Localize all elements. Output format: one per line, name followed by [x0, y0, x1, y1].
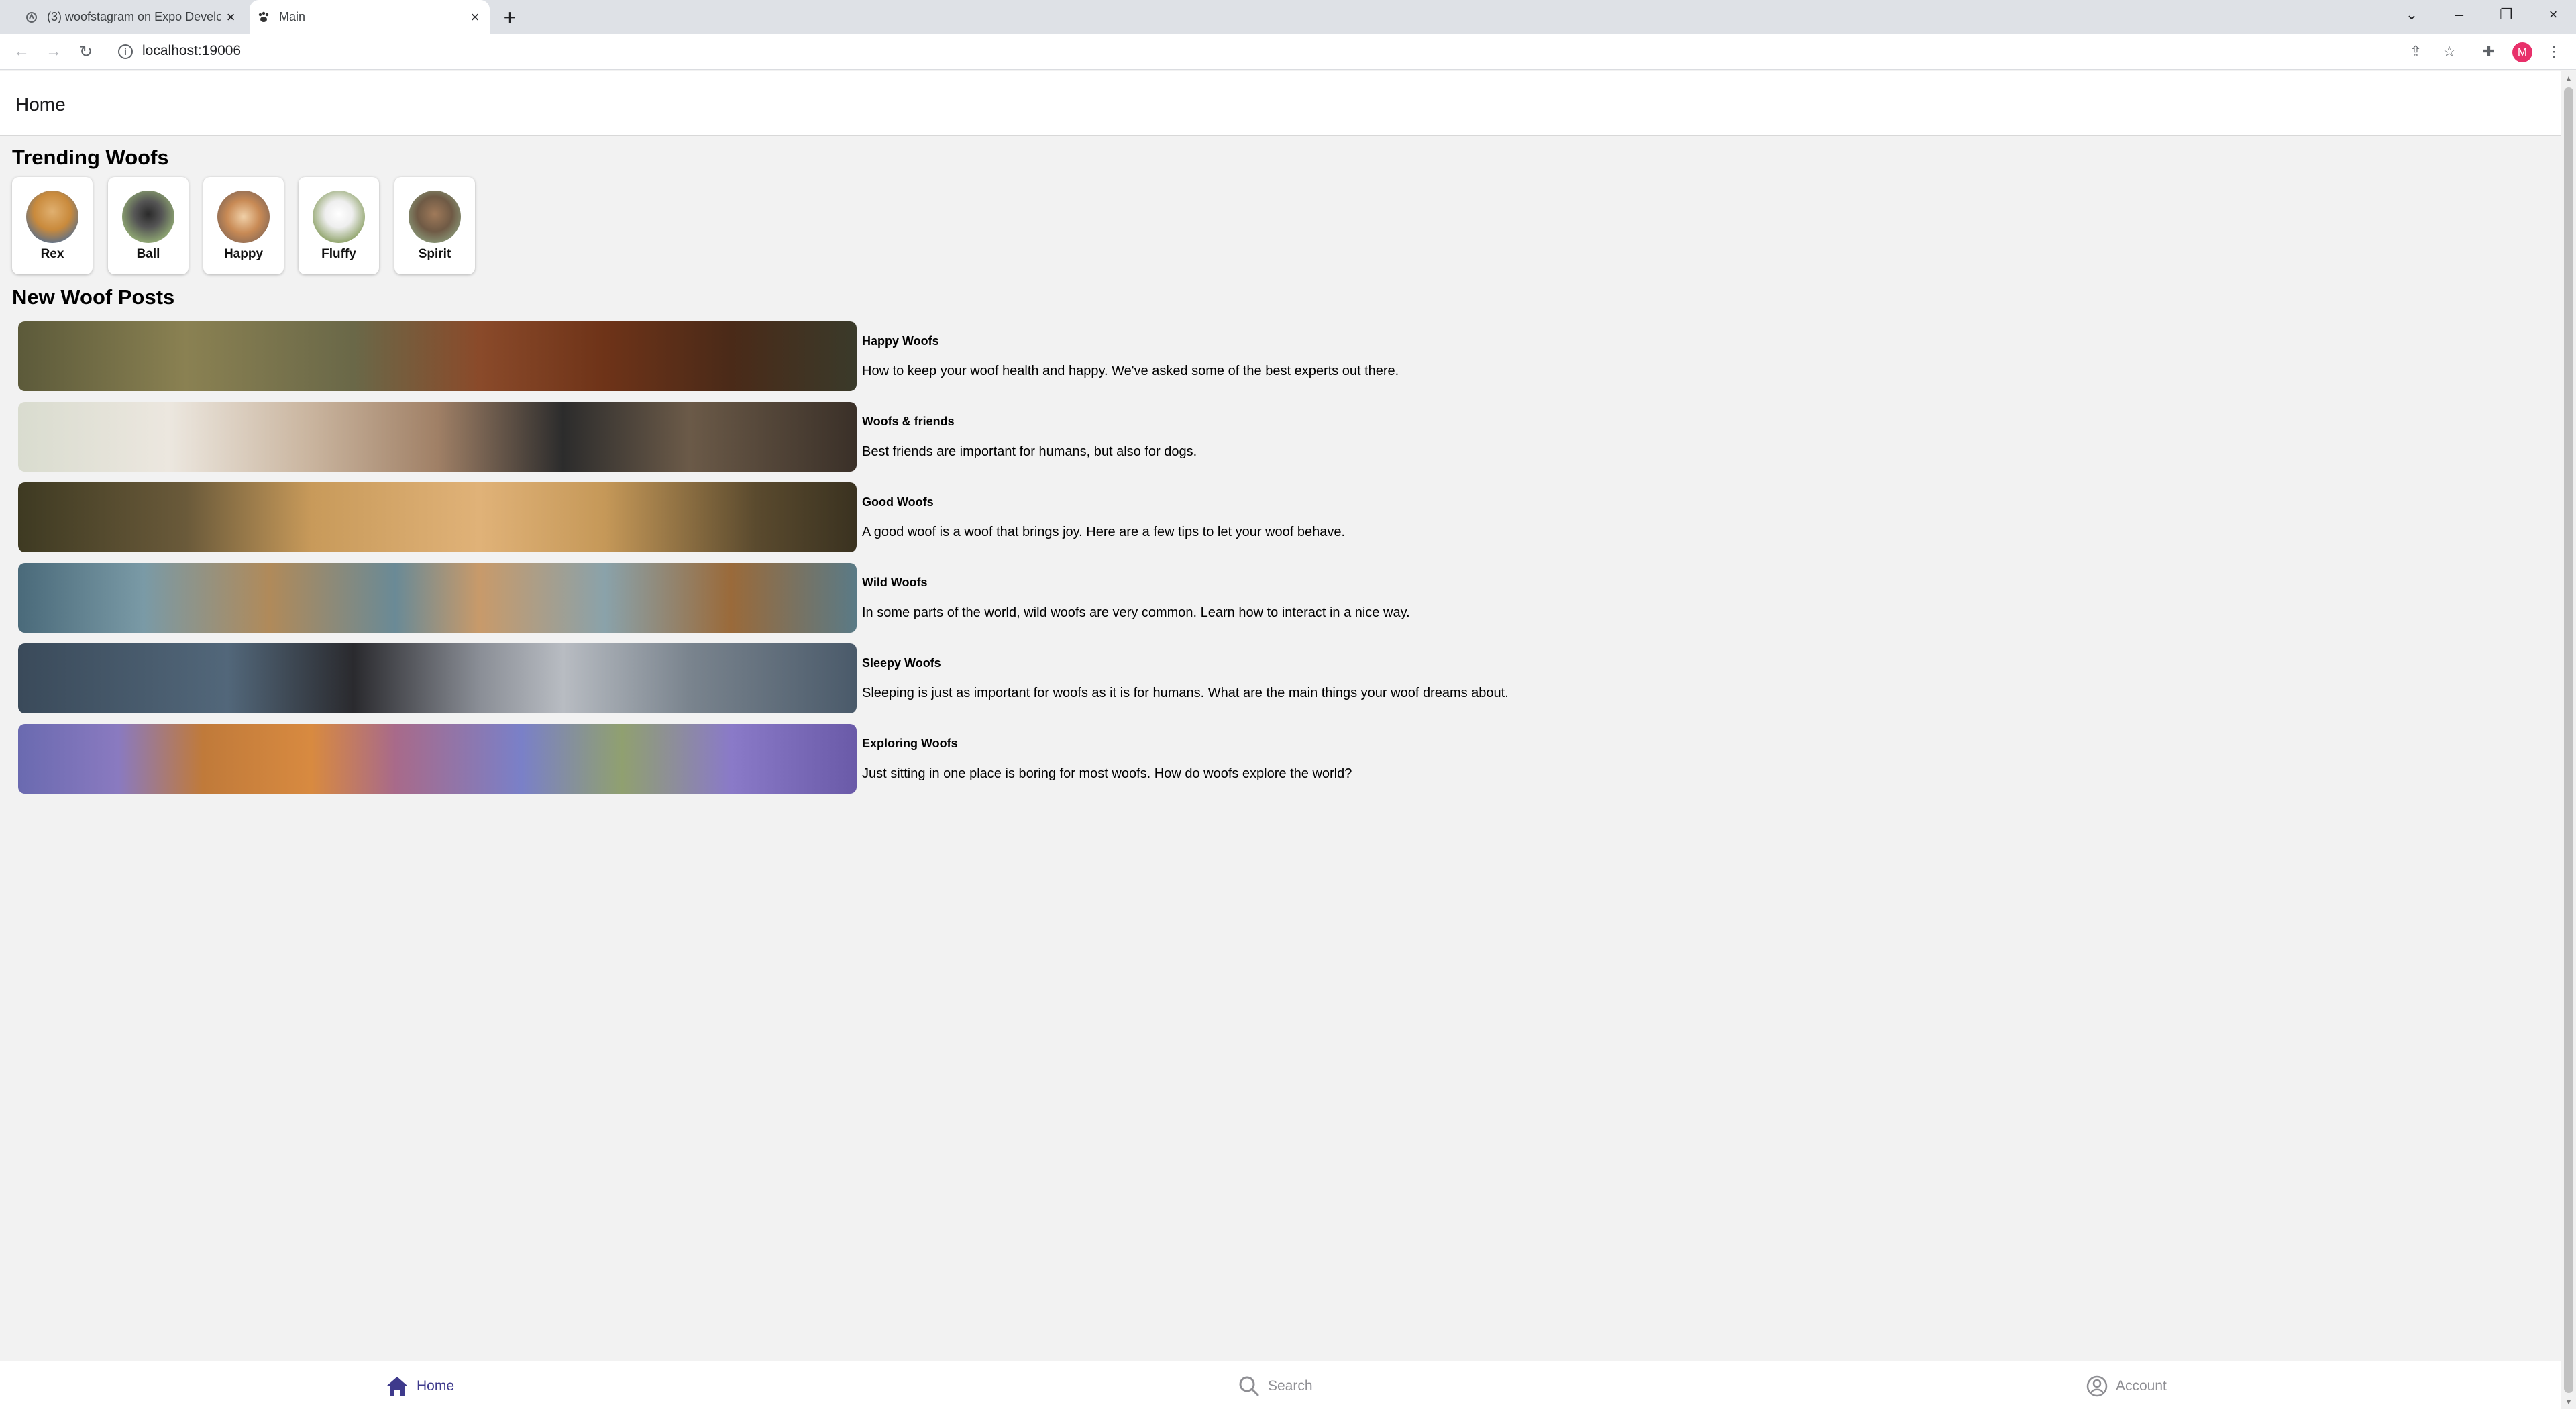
paw-favicon-icon [256, 10, 271, 25]
post-description: Just sitting in one place is boring for … [862, 766, 1352, 781]
bottom-tab-label: Search [1268, 1378, 1313, 1394]
browser-tab-main[interactable]: Main × [250, 0, 490, 34]
bottom-tab-label: Account [2116, 1378, 2167, 1394]
trending-card-rex[interactable]: Rex [12, 177, 93, 274]
post-description: Best friends are important for humans, b… [862, 444, 1197, 459]
trending-card-spirit[interactable]: Spirit [394, 177, 475, 274]
minimize-button[interactable]: – [2439, 0, 2479, 30]
tab-title: (3) woofstagram on Expo Develo [47, 10, 221, 23]
address-toolbar [0, 34, 2576, 70]
post-title[interactable]: Sleepy Woofs [862, 656, 941, 670]
posts-heading: New Woof Posts [12, 285, 175, 309]
post-image-happy-woofs[interactable] [18, 321, 857, 391]
restore-button[interactable]: ❐ [2486, 0, 2526, 30]
post-image-wild-woofs[interactable] [18, 563, 857, 633]
bottom-tab-label: Home [417, 1378, 455, 1394]
address-url[interactable]: localhost:19006 [142, 43, 241, 59]
scroll-down-arrow-icon[interactable]: ▼ [2564, 1397, 2573, 1406]
expo-favicon-icon [24, 10, 39, 25]
post-image-sleepy-woofs[interactable] [18, 643, 857, 713]
dog-avatar [217, 191, 270, 243]
back-arrow-icon[interactable]: ← [12, 42, 31, 61]
dog-avatar [409, 191, 461, 243]
post-image-good-woofs[interactable] [18, 482, 857, 552]
post-description: A good woof is a woof that brings joy. H… [862, 525, 1346, 539]
bottom-tab-account[interactable]: Account [2086, 1374, 2167, 1398]
trending-card-happy[interactable]: Happy [203, 177, 284, 274]
post-description: Sleeping is just as important for woofs … [862, 686, 1509, 700]
tab-title: Main [279, 10, 306, 23]
close-tab-icon[interactable]: × [466, 8, 484, 27]
trending-name: Spirit [418, 247, 451, 261]
browser-tab-expo[interactable]: (3) woofstagram on Expo Develo × [17, 0, 246, 34]
trending-card-ball[interactable]: Ball [108, 177, 189, 274]
home-icon [386, 1375, 409, 1397]
post-title[interactable]: Wild Woofs [862, 576, 928, 590]
trending-heading: Trending Woofs [12, 146, 169, 169]
profile-avatar[interactable]: M [2512, 42, 2532, 62]
post-title[interactable]: Exploring Woofs [862, 737, 958, 751]
new-tab-button[interactable]: + [499, 5, 521, 30]
share-icon[interactable]: ⇪ [2406, 42, 2426, 62]
post-title[interactable]: Happy Woofs [862, 334, 939, 348]
site-info-icon[interactable]: i [118, 44, 133, 59]
browser-menu-icon[interactable]: ⋮ [2544, 42, 2564, 62]
account-icon [2086, 1375, 2108, 1397]
post-image-exploring-woofs[interactable] [18, 724, 857, 794]
trending-name: Happy [223, 247, 264, 261]
trending-name: Fluffy [321, 247, 356, 261]
dog-avatar [26, 191, 78, 243]
trending-card-fluffy[interactable]: Fluffy [299, 177, 379, 274]
bottom-tab-search[interactable]: Search [1238, 1374, 1313, 1398]
post-description: How to keep your woof health and happy. … [862, 364, 1399, 378]
app-header [0, 71, 2561, 136]
trending-name: Ball [136, 247, 160, 261]
bottom-tab-home[interactable]: Home [386, 1374, 454, 1398]
close-tab-icon[interactable]: × [221, 8, 240, 27]
page-title: Home [15, 94, 66, 115]
scroll-up-arrow-icon[interactable]: ▲ [2564, 74, 2573, 83]
scrollbar-thumb[interactable] [2564, 87, 2573, 1393]
post-description: In some parts of the world, wild woofs a… [862, 605, 1410, 620]
post-title[interactable]: Good Woofs [862, 495, 934, 509]
reload-icon[interactable]: ↻ [76, 42, 95, 61]
close-window-button[interactable]: × [2533, 0, 2573, 30]
post-title[interactable]: Woofs & friends [862, 415, 955, 429]
search-icon [1238, 1375, 1260, 1397]
post-image-woofs-friends[interactable] [18, 402, 857, 472]
tab-search-chevron-icon[interactable]: ⌄ [2392, 0, 2432, 30]
forward-arrow-icon[interactable]: → [44, 42, 63, 61]
extensions-puzzle-icon[interactable]: ✚ [2479, 42, 2499, 62]
dog-avatar [313, 191, 365, 243]
dog-avatar [122, 191, 174, 243]
bookmark-star-icon[interactable]: ☆ [2439, 42, 2459, 62]
trending-name: Rex [40, 247, 64, 261]
